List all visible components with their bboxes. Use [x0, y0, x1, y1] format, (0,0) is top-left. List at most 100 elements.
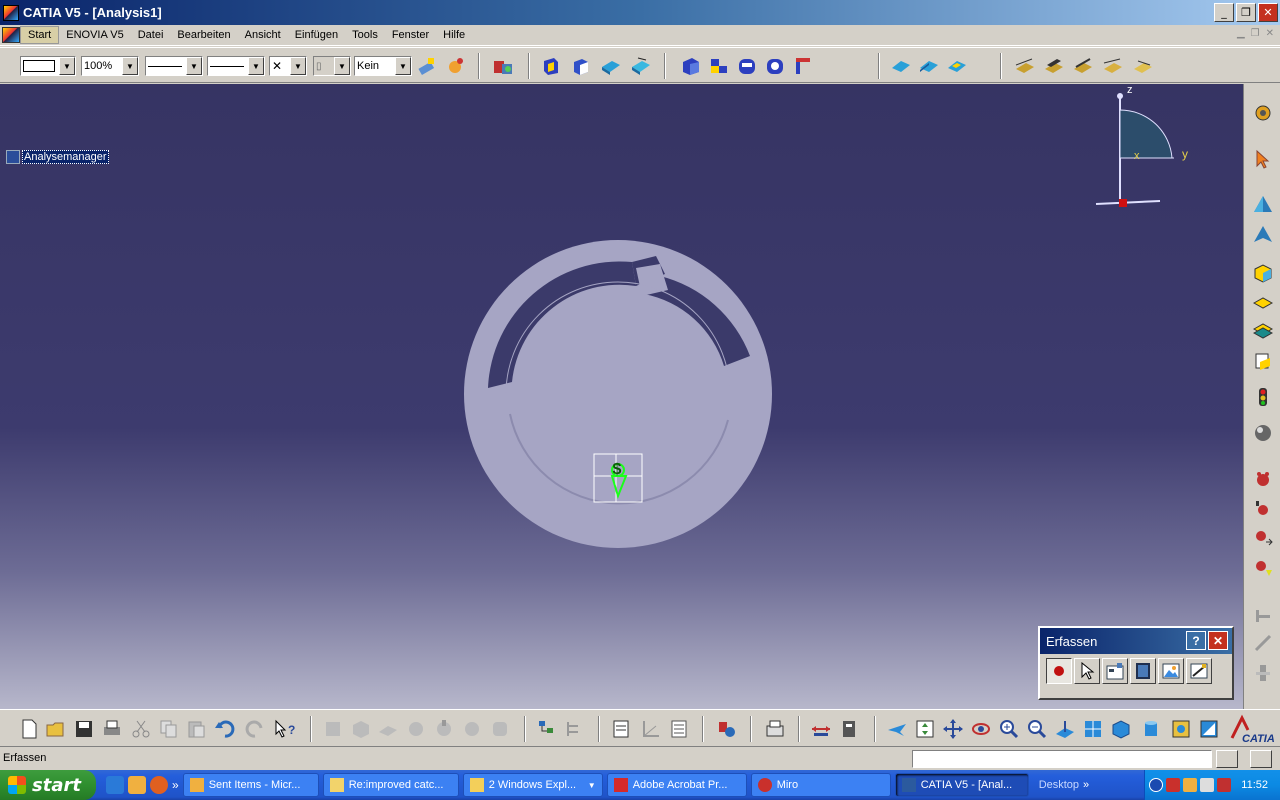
erfassen-titlebar[interactable]: Erfassen ? ✕ — [1040, 628, 1232, 654]
tray-network-icon[interactable] — [1200, 778, 1214, 792]
album-button[interactable] — [1130, 658, 1156, 684]
capture-area-button[interactable] — [1186, 658, 1212, 684]
firefox-icon[interactable] — [150, 776, 168, 794]
gear-icon[interactable] — [1252, 102, 1274, 124]
hide-show-icon[interactable] — [736, 55, 758, 77]
catalog-icon[interactable] — [716, 718, 738, 740]
menu-datei[interactable]: Datei — [131, 27, 171, 43]
tray-security-icon[interactable] — [1217, 778, 1231, 792]
layer-plane-2-icon[interactable] — [1043, 55, 1065, 77]
list-report-icon[interactable] — [668, 718, 690, 740]
layer-plane-1-icon[interactable] — [1014, 55, 1036, 77]
linetype-select[interactable]: ▼ — [207, 56, 265, 76]
sphere-icon[interactable] — [1252, 422, 1274, 444]
capture-options-button[interactable] — [1102, 658, 1128, 684]
help-button[interactable]: ? — [1186, 631, 1206, 650]
part-3d-model[interactable]: $ — [460, 234, 780, 554]
knowledge-icon[interactable] — [764, 718, 786, 740]
start-button[interactable]: start — [0, 770, 96, 800]
menu-start[interactable]: Start — [20, 26, 60, 44]
redo-icon[interactable] — [244, 718, 266, 740]
report-icon[interactable] — [610, 718, 632, 740]
whats-this-icon[interactable]: ? — [273, 718, 295, 740]
solid-property-icon[interactable] — [1252, 262, 1274, 284]
copy-transform-icon[interactable] — [322, 718, 344, 740]
color-select[interactable]: ▼ — [20, 56, 76, 76]
material-icon[interactable] — [1252, 350, 1274, 372]
temperature-icon[interactable] — [1252, 556, 1274, 578]
chevron-down-icon[interactable]: ▼ — [59, 57, 75, 75]
iso-view-icon[interactable] — [1110, 718, 1132, 740]
plane-1-icon[interactable] — [890, 55, 912, 77]
chevron-down-icon[interactable]: ▼ — [395, 57, 411, 75]
image-button[interactable] — [1158, 658, 1184, 684]
task-windows-explorer[interactable]: 2 Windows Expl... ▼ — [462, 773, 603, 797]
menu-ansicht[interactable]: Ansicht — [238, 27, 288, 43]
rotate-icon[interactable] — [970, 718, 992, 740]
shading-icon[interactable] — [600, 55, 622, 77]
doc-restore-button[interactable]: ❐ — [1251, 28, 1260, 39]
zoom-out-icon[interactable] — [1026, 718, 1048, 740]
open-folder-icon[interactable] — [45, 718, 67, 740]
measure-tool-icon[interactable] — [792, 55, 814, 77]
close-button[interactable]: ✕ — [1258, 3, 1278, 22]
graphic-properties-icon[interactable] — [445, 55, 467, 77]
bolt-icon[interactable] — [1252, 662, 1274, 684]
status-button-1[interactable] — [1216, 750, 1238, 768]
weld-icon[interactable] — [1252, 632, 1274, 654]
desktop-toolbar-label[interactable]: Desktop — [1039, 779, 1079, 791]
layer-plane-5-icon[interactable] — [1132, 55, 1154, 77]
pressure-icon[interactable] — [1252, 526, 1274, 548]
multi-view-icon[interactable] — [708, 55, 730, 77]
palette-close-button[interactable]: ✕ — [1208, 631, 1228, 650]
grey-tool-2-icon[interactable] — [433, 718, 455, 740]
3d-viewport[interactable]: Analysemanager z y x $ — [0, 84, 1243, 709]
layer-property-icon[interactable] — [1252, 320, 1274, 342]
task-catia[interactable]: CATIA V5 - [Anal... — [894, 773, 1029, 797]
task-sent-items[interactable]: Sent Items - Micr... — [182, 773, 319, 797]
doc-minimize-button[interactable]: ▁ — [1237, 28, 1245, 39]
grey-tool-4-icon[interactable] — [489, 718, 511, 740]
zoom-in-icon[interactable] — [998, 718, 1020, 740]
cut-icon[interactable] — [130, 718, 152, 740]
swap-space-icon[interactable] — [1198, 718, 1220, 740]
menu-einfuegen[interactable]: Einfügen — [288, 27, 345, 43]
tree-expand-icon[interactable] — [536, 718, 558, 740]
clock[interactable]: 11:52 — [1241, 779, 1268, 791]
menu-tools[interactable]: Tools — [345, 27, 385, 43]
mesh-octree-icon[interactable] — [1252, 224, 1274, 246]
view-front-icon[interactable] — [540, 55, 562, 77]
pan-icon[interactable] — [942, 718, 964, 740]
menu-fenster[interactable]: Fenster — [385, 27, 436, 43]
fly-mode-icon[interactable] — [886, 718, 908, 740]
measure-between-icon[interactable] — [810, 718, 832, 740]
chevron-down-icon[interactable]: ▼ — [290, 57, 306, 75]
connection-icon[interactable] — [1252, 604, 1274, 626]
cube-view-icon[interactable] — [680, 55, 702, 77]
status-button-2[interactable] — [1250, 750, 1272, 768]
point-symbol-select[interactable]: ✕ ▼ — [269, 56, 307, 76]
cube-grey-icon[interactable] — [350, 718, 372, 740]
record-button[interactable] — [1046, 658, 1072, 684]
load-icon[interactable] — [1252, 498, 1274, 520]
catia-doc-icon[interactable] — [2, 27, 20, 43]
rendering-style-select[interactable]: ▯ ▼ — [313, 56, 351, 76]
view-iso-icon[interactable] — [570, 55, 592, 77]
tray-outlook-icon[interactable] — [1183, 778, 1197, 792]
tree-root-label[interactable]: Analysemanager — [22, 150, 109, 164]
mesh-tetra-icon[interactable] — [1252, 194, 1274, 216]
task-miro[interactable]: Miro — [750, 773, 891, 797]
plane-grey-icon[interactable] — [377, 718, 399, 740]
tree-collapse-icon[interactable] — [564, 718, 586, 740]
hide-show-bottom-icon[interactable] — [1170, 718, 1192, 740]
cylinder-view-icon[interactable] — [1140, 718, 1162, 740]
macro-icon[interactable] — [492, 55, 514, 77]
layer-plane-4-icon[interactable] — [1102, 55, 1124, 77]
fit-all-icon[interactable] — [914, 718, 936, 740]
chevron-down-icon[interactable]: ▼ — [186, 57, 202, 75]
tray-expand-icon[interactable] — [1149, 778, 1163, 792]
chevron-down-icon[interactable]: ▼ — [334, 57, 350, 75]
plane-3-icon[interactable] — [946, 55, 968, 77]
quick-launch-overflow[interactable]: » — [172, 778, 179, 792]
select-cursor-icon[interactable] — [1252, 148, 1274, 170]
